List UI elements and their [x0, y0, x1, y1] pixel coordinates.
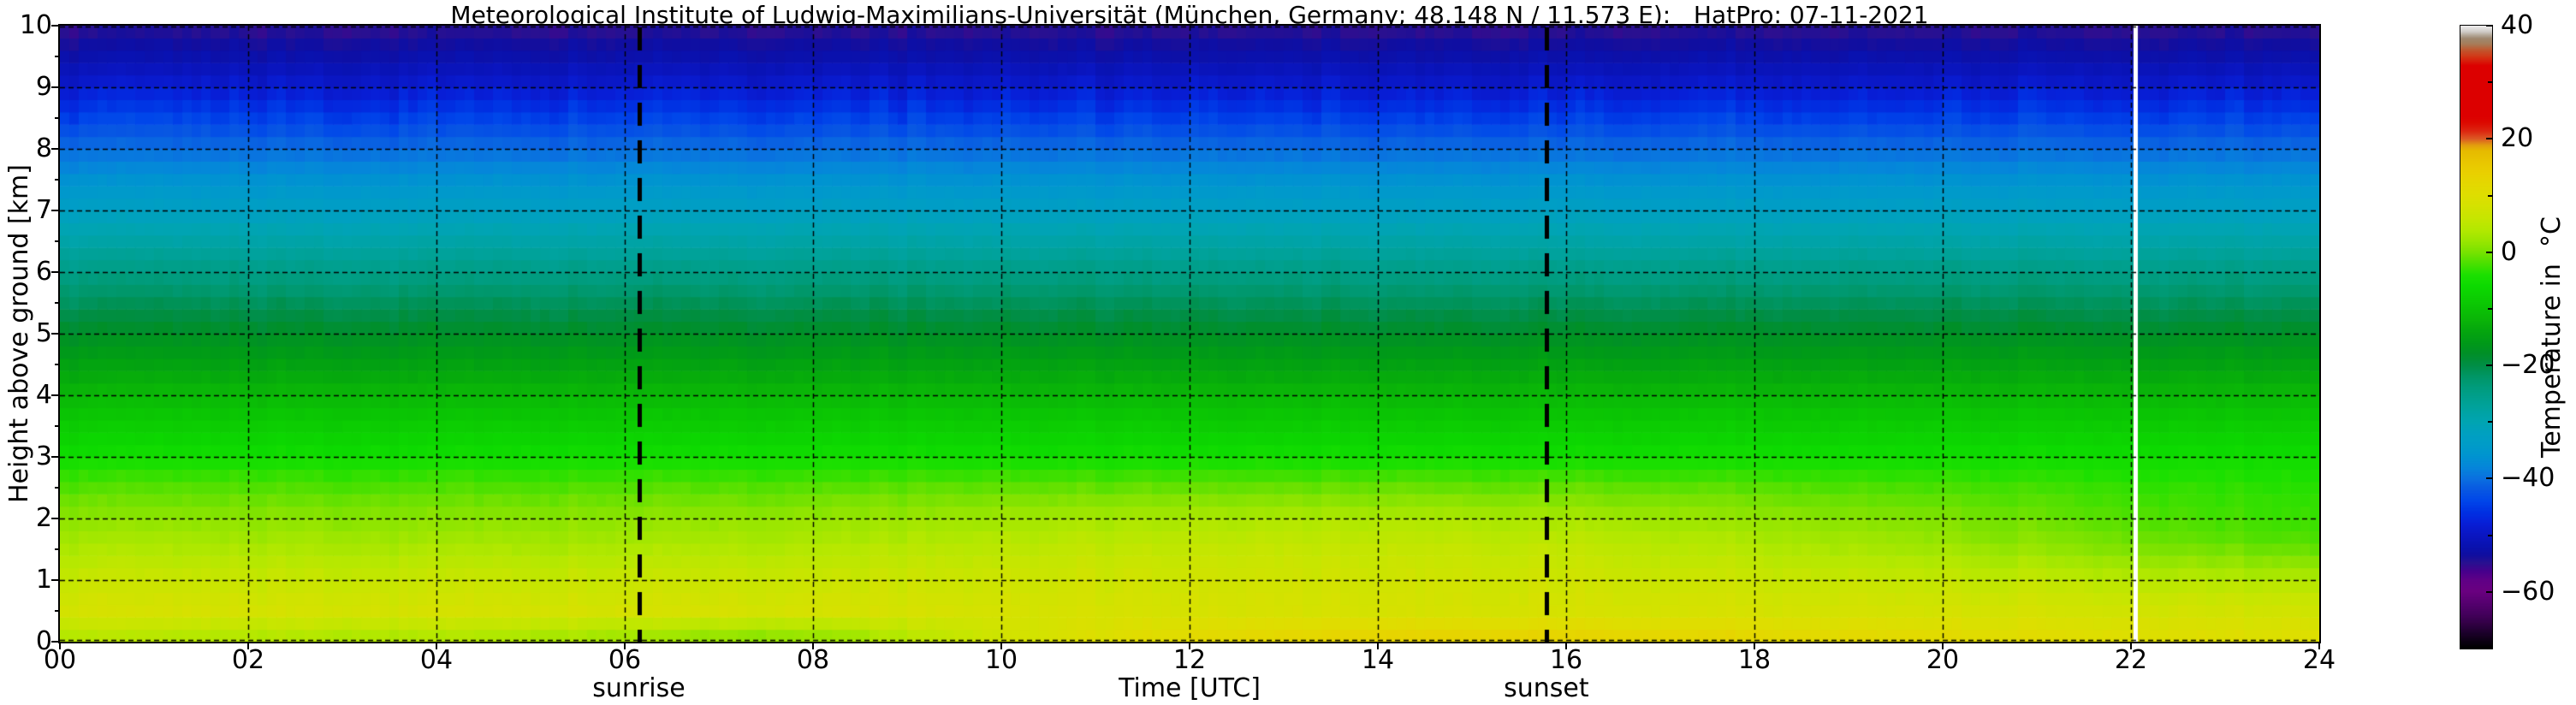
- x-tick-label: 10: [984, 645, 1018, 675]
- y-tick-label: 4: [35, 380, 52, 410]
- y-tick-mark: [51, 333, 60, 335]
- y-minor-tick-mark: [55, 487, 60, 489]
- y-minor-tick-mark: [55, 240, 60, 242]
- colorbar-tick-mark: [2486, 364, 2492, 367]
- colorbar-tick-mark: [2486, 138, 2492, 140]
- x-tick-label: 18: [1737, 645, 1772, 675]
- x-tick-label: 06: [608, 645, 642, 675]
- y-tick-mark: [51, 518, 60, 519]
- y-minor-tick-mark: [55, 548, 60, 550]
- x-tick-label: 20: [1926, 645, 1960, 675]
- y-tick-label: 2: [35, 503, 52, 533]
- y-tick-mark: [51, 394, 60, 396]
- x-tick-label: 14: [1361, 645, 1395, 675]
- y-tick-label: 5: [35, 318, 52, 348]
- colorbar-tick-mark: [2486, 477, 2492, 480]
- x-tick-label: 24: [2302, 645, 2336, 675]
- x-tick-label: 02: [231, 645, 265, 675]
- y-tick-mark: [51, 579, 60, 581]
- y-tick-label: 9: [35, 72, 52, 102]
- y-tick-mark: [51, 271, 60, 273]
- y-tick-mark: [51, 641, 60, 643]
- plot-frame: [58, 24, 2321, 643]
- y-minor-tick-mark: [55, 610, 60, 612]
- x-tick-label: 04: [419, 645, 454, 675]
- y-minor-tick-mark: [55, 117, 60, 119]
- y-minor-tick-mark: [55, 302, 60, 304]
- x-tick-label: 08: [796, 645, 830, 675]
- colorbar-minor-tick-mark: [2488, 534, 2492, 536]
- y-tick-label: 10: [19, 10, 52, 40]
- colorbar-tick-mark: [2486, 251, 2492, 253]
- y-tick-mark: [51, 148, 60, 150]
- y-minor-tick-mark: [55, 425, 60, 427]
- y-minor-tick-mark: [55, 56, 60, 57]
- colorbar-minor-tick-mark: [2488, 81, 2492, 84]
- x-tick-label: 16: [1549, 645, 1583, 675]
- y-tick-mark: [51, 86, 60, 88]
- colorbar-label: Temperature in °C: [2537, 216, 2567, 458]
- x-axis-label: Time [UTC]: [1119, 673, 1261, 703]
- x-tick-label: 12: [1172, 645, 1207, 675]
- y-minor-tick-mark: [55, 179, 60, 181]
- colorbar-tick-mark: [2486, 590, 2492, 593]
- y-tick-label: 3: [35, 441, 52, 471]
- y-tick-label: 1: [35, 565, 52, 595]
- colorbar-canvas: [2460, 26, 2492, 649]
- y-tick-label: 0: [35, 626, 52, 656]
- colorbar-minor-tick-mark: [2488, 421, 2492, 424]
- y-tick-label: 6: [35, 257, 52, 287]
- y-minor-tick-mark: [55, 364, 60, 365]
- colorbar-minor-tick-mark: [2488, 307, 2492, 310]
- x-tick-label: 22: [2114, 645, 2148, 675]
- colorbar-tick-mark: [2486, 25, 2492, 27]
- y-tick-label: 7: [35, 195, 52, 225]
- hatpro-temperature-figure: Meteorological Institute of Ludwig-Maxim…: [0, 0, 2576, 705]
- sunrise-label: sunrise: [592, 673, 686, 703]
- colorbar-minor-tick-mark: [2488, 194, 2492, 197]
- y-tick-label: 8: [35, 133, 52, 163]
- y-tick-mark: [51, 210, 60, 211]
- y-tick-mark: [51, 25, 60, 27]
- sunset-label: sunset: [1504, 673, 1589, 703]
- y-tick-mark: [51, 456, 60, 458]
